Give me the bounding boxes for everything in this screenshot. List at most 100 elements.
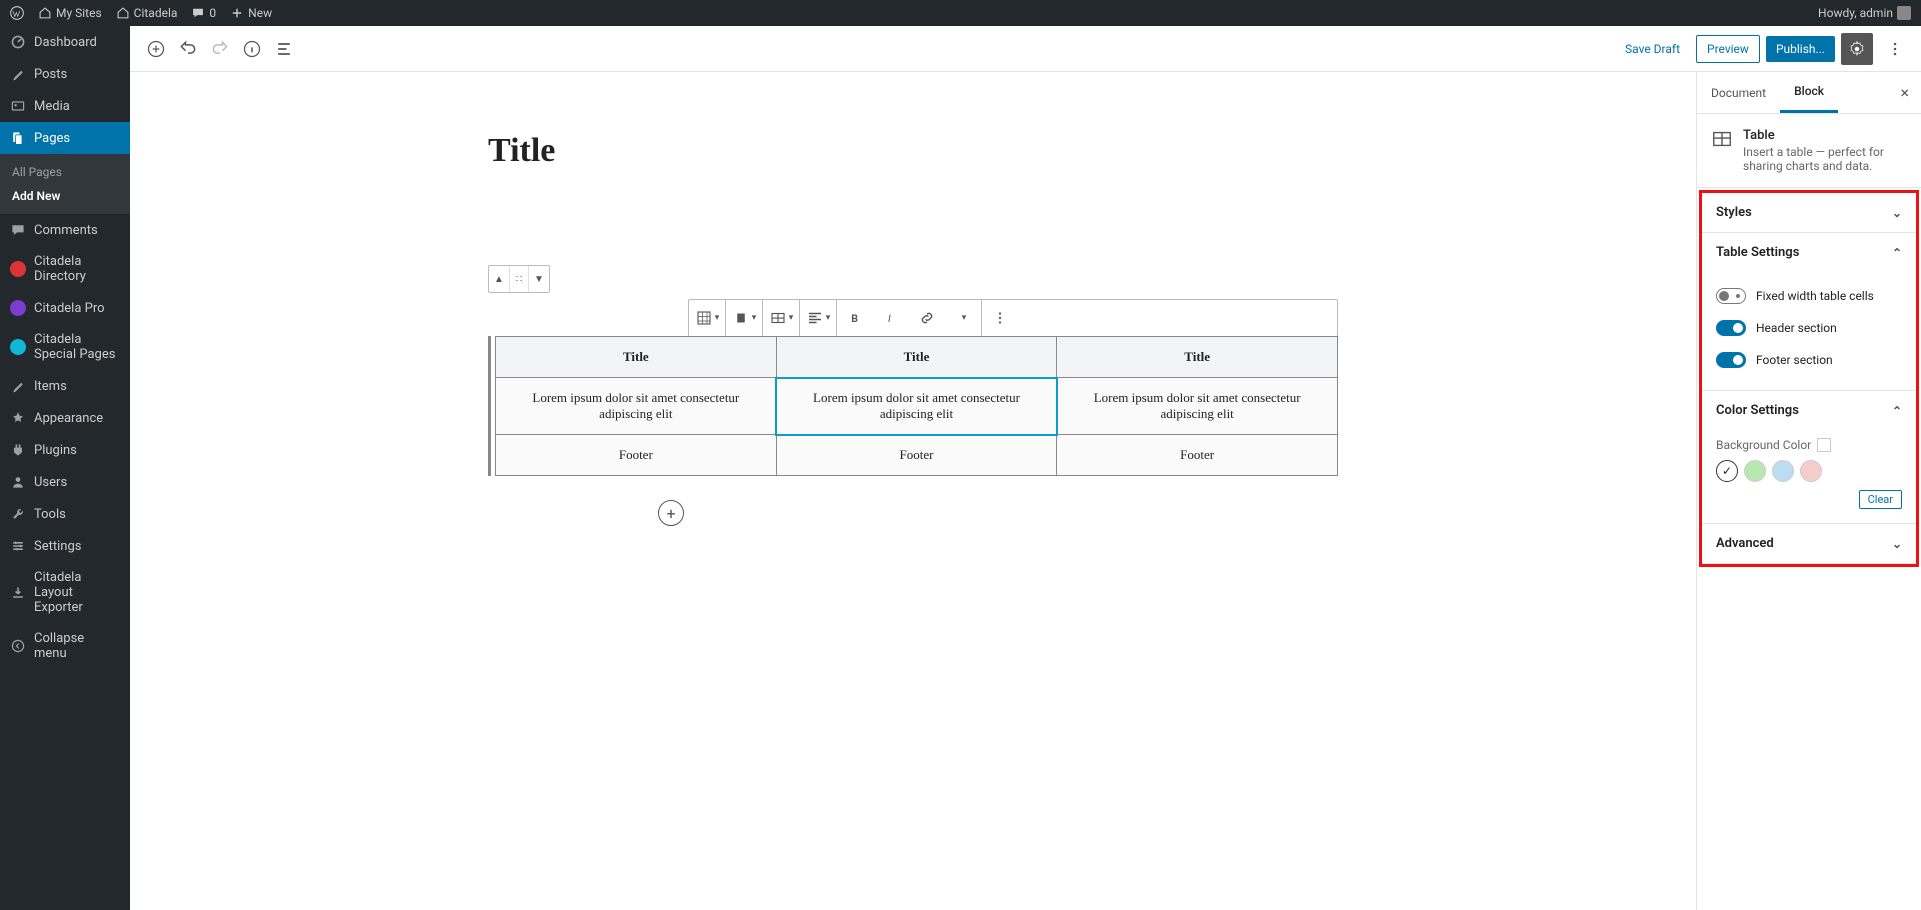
block-nav-updown: ▲ ∷ ▼ xyxy=(488,265,550,293)
edit-table-button[interactable]: ▾ xyxy=(763,300,799,336)
settings-toggle-button[interactable] xyxy=(1841,33,1873,65)
nav-tools[interactable]: Tools xyxy=(0,498,130,530)
block-settings-panel: Document Block × Table Insert a table — … xyxy=(1696,72,1921,910)
table-footer-cell[interactable]: Footer xyxy=(496,435,777,476)
color-swatch-green[interactable] xyxy=(1744,460,1766,482)
add-block-button[interactable] xyxy=(140,33,172,65)
table-cell[interactable]: Lorem ipsum dolor sit amet consectetur a… xyxy=(496,378,777,435)
nav-settings[interactable]: Settings xyxy=(0,530,130,562)
nav-plugins[interactable]: Plugins xyxy=(0,434,130,466)
nav-pages[interactable]: Pages xyxy=(0,122,130,154)
admin-bar: My Sites Citadela 0 New Howdy, admin xyxy=(0,0,1921,26)
admin-sidebar: Dashboard Posts Media Pages All Pages Ad… xyxy=(0,26,130,910)
nav-pages-all[interactable]: All Pages xyxy=(12,160,130,184)
align-button[interactable]: ▾ xyxy=(726,300,762,336)
citadela-special-icon xyxy=(10,339,26,355)
block-toolbar: ▾ ▾ ▾ ▾ B I ▾ xyxy=(688,299,1338,337)
link-button[interactable] xyxy=(909,300,945,336)
table-icon xyxy=(1711,128,1733,150)
chevron-up-icon: ⌃ xyxy=(1892,404,1902,418)
table-cell-selected[interactable]: Lorem ipsum dolor sit amet consectetur a… xyxy=(776,378,1057,435)
save-draft-button[interactable]: Save Draft xyxy=(1615,36,1690,62)
section-color-head[interactable]: Color Settings⌃ xyxy=(1702,391,1916,430)
chevron-up-icon: ⌃ xyxy=(1892,246,1902,260)
publish-button[interactable]: Publish... xyxy=(1766,36,1835,62)
editor-canvas: Title ▲ ∷ ▼ ▾ ▾ ▾ ▾ B I ▾ xyxy=(130,72,1696,910)
bg-color-label: Background Color xyxy=(1716,438,1902,452)
move-down-button[interactable]: ▼ xyxy=(529,266,549,292)
nav-collapse[interactable]: Collapse menu xyxy=(0,623,130,669)
wp-logo-icon[interactable] xyxy=(10,6,24,20)
outline-button[interactable] xyxy=(268,33,300,65)
nav-users[interactable]: Users xyxy=(0,466,130,498)
adminbar-comments[interactable]: 0 xyxy=(191,6,216,20)
undo-button[interactable] xyxy=(172,33,204,65)
bold-button[interactable]: B xyxy=(837,300,873,336)
block-more-button[interactable] xyxy=(982,300,1018,336)
color-swatch-pink[interactable] xyxy=(1800,460,1822,482)
svg-text:B: B xyxy=(851,312,858,325)
clear-color-button[interactable]: Clear xyxy=(1859,490,1902,509)
tab-document[interactable]: Document xyxy=(1697,74,1780,112)
toggle-label: Footer section xyxy=(1756,353,1833,367)
toggle-fixed-width[interactable] xyxy=(1716,288,1746,304)
highlighted-region: Styles⌄ Table Settings⌃ Fixed width tabl… xyxy=(1699,190,1919,567)
section-styles-head[interactable]: Styles⌄ xyxy=(1702,193,1916,232)
nav-citadela-special[interactable]: Citadela Special Pages xyxy=(0,324,130,370)
block-info: Table Insert a table — perfect for shari… xyxy=(1697,114,1921,188)
section-table-settings-head[interactable]: Table Settings⌃ xyxy=(1702,233,1916,272)
table-header-cell[interactable]: Title xyxy=(776,337,1057,378)
editor-toolbar: Save Draft Preview Publish... xyxy=(130,26,1921,72)
toggle-footer-section[interactable] xyxy=(1716,352,1746,368)
nav-posts[interactable]: Posts xyxy=(0,58,130,90)
toggle-label: Header section xyxy=(1756,321,1837,335)
nav-comments[interactable]: Comments xyxy=(0,214,130,246)
chevron-down-icon: ⌄ xyxy=(1892,537,1902,551)
nav-citadela-exporter[interactable]: Citadela Layout Exporter xyxy=(0,562,130,623)
chevron-down-icon: ⌄ xyxy=(1892,206,1902,220)
section-advanced-head[interactable]: Advanced⌄ xyxy=(1702,524,1916,563)
adminbar-new[interactable]: New xyxy=(230,6,272,20)
table-block[interactable]: Title Title Title Lorem ipsum dolor sit … xyxy=(488,336,1338,476)
current-color-swatch xyxy=(1817,438,1831,452)
adminbar-greeting[interactable]: Howdy, admin xyxy=(1818,6,1911,20)
more-options-button[interactable] xyxy=(1879,33,1911,65)
nav-pages-add[interactable]: Add New xyxy=(12,184,130,208)
format-more-button[interactable]: ▾ xyxy=(945,300,981,336)
italic-button[interactable]: I xyxy=(873,300,909,336)
nav-items[interactable]: Items xyxy=(0,370,130,402)
nav-pages-submenu: All Pages Add New xyxy=(0,154,130,214)
move-up-button[interactable]: ▲ xyxy=(489,266,509,292)
preview-button[interactable]: Preview xyxy=(1696,35,1760,63)
nav-dashboard[interactable]: Dashboard xyxy=(0,26,130,58)
adminbar-sitename[interactable]: Citadela xyxy=(116,6,178,20)
text-align-button[interactable]: ▾ xyxy=(800,300,836,336)
transform-button[interactable]: ▾ xyxy=(689,300,725,336)
info-button[interactable] xyxy=(236,33,268,65)
page-title[interactable]: Title xyxy=(488,132,1338,170)
color-swatch-white[interactable] xyxy=(1716,460,1738,482)
drag-handle[interactable]: ∷ xyxy=(509,266,529,292)
table-cell[interactable]: Lorem ipsum dolor sit amet consectetur a… xyxy=(1057,378,1338,435)
avatar xyxy=(1897,6,1911,20)
svg-text:I: I xyxy=(888,312,891,325)
table-footer-cell[interactable]: Footer xyxy=(776,435,1057,476)
citadela-pro-icon xyxy=(10,300,26,316)
nav-appearance[interactable]: Appearance xyxy=(0,402,130,434)
block-type-desc: Insert a table — perfect for sharing cha… xyxy=(1743,145,1907,173)
tab-block[interactable]: Block xyxy=(1780,72,1838,113)
toggle-label: Fixed width table cells xyxy=(1756,289,1874,303)
citadela-directory-icon xyxy=(10,261,26,277)
toggle-header-section[interactable] xyxy=(1716,320,1746,336)
color-swatch-blue[interactable] xyxy=(1772,460,1794,482)
nav-media[interactable]: Media xyxy=(0,90,130,122)
table-header-cell[interactable]: Title xyxy=(496,337,777,378)
close-settings-button[interactable]: × xyxy=(1888,83,1921,102)
nav-citadela-pro[interactable]: Citadela Pro xyxy=(0,292,130,324)
redo-button[interactable] xyxy=(204,33,236,65)
add-block-inline-button[interactable]: + xyxy=(658,500,684,526)
table-header-cell[interactable]: Title xyxy=(1057,337,1338,378)
nav-citadela-directory[interactable]: Citadela Directory xyxy=(0,246,130,292)
table-footer-cell[interactable]: Footer xyxy=(1057,435,1338,476)
adminbar-mysites[interactable]: My Sites xyxy=(38,6,102,20)
